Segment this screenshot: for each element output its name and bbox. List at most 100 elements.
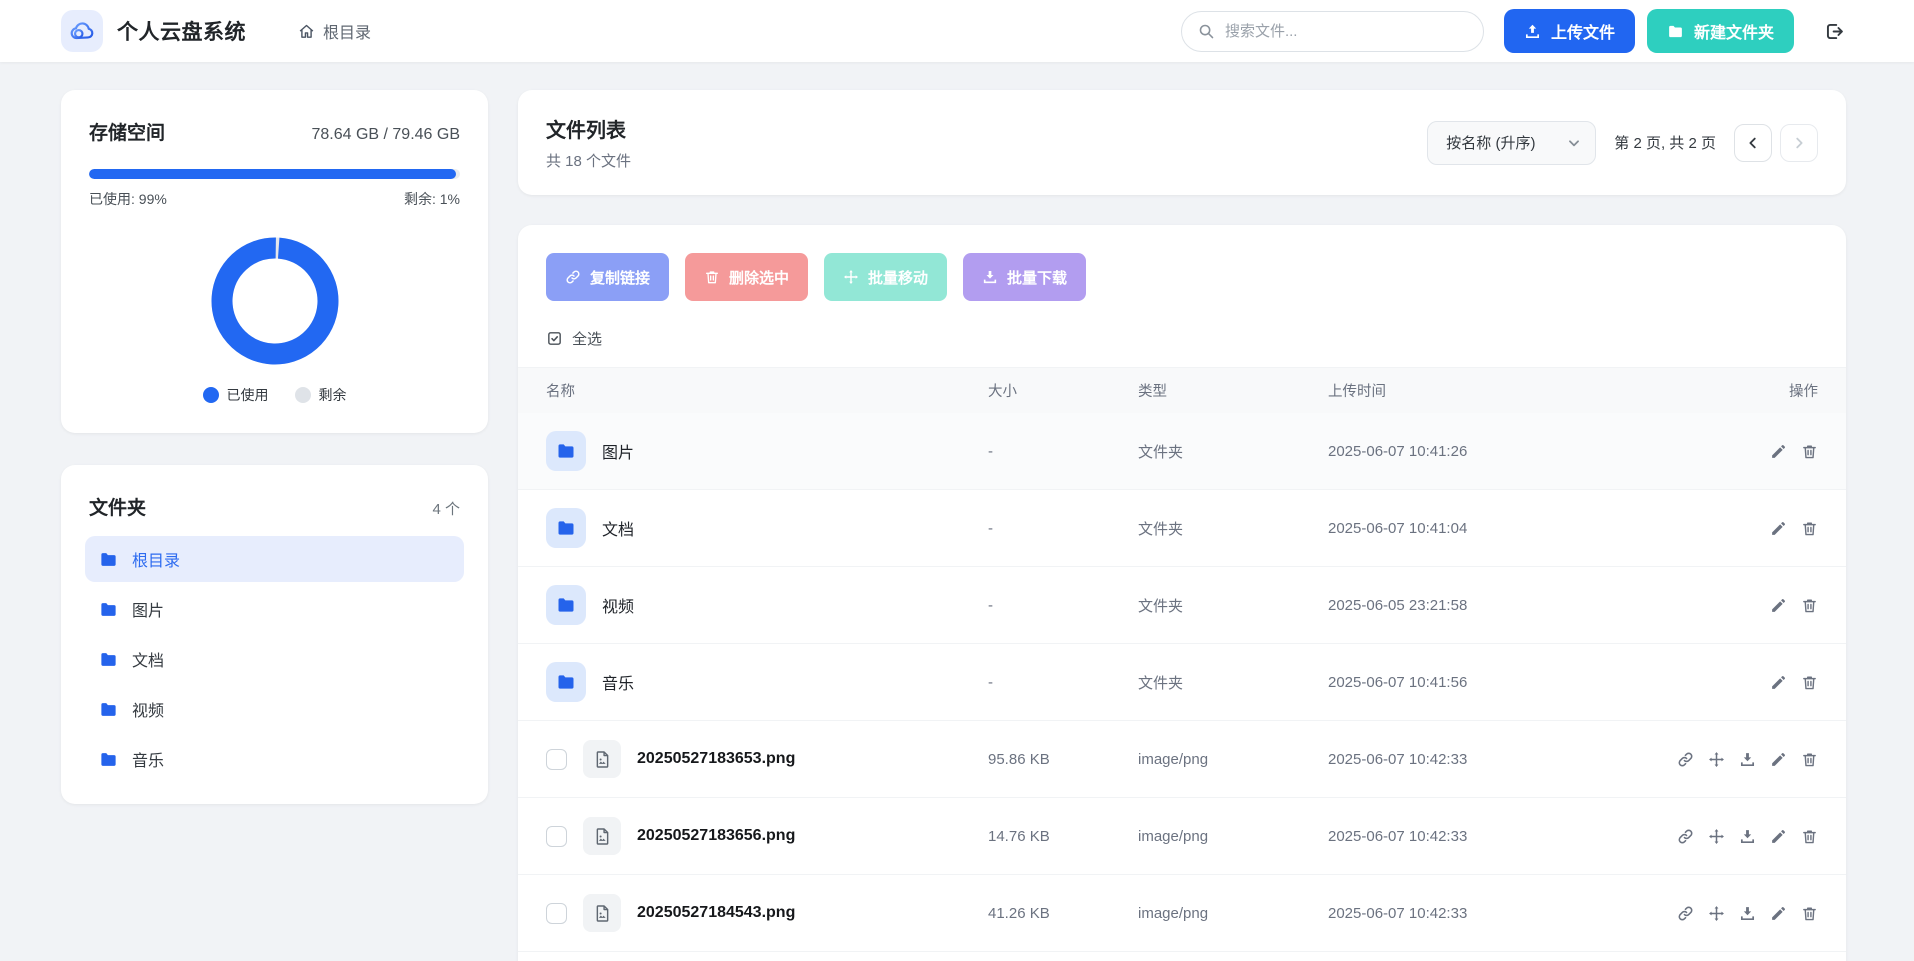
folder-icon (546, 508, 586, 548)
table-row-file-4[interactable]: 20250527183653.png95.86 KBimage/png2025-… (518, 721, 1846, 798)
column-name: 名称 (546, 380, 988, 401)
folders-title: 文件夹 (89, 493, 146, 520)
folder-icon (99, 700, 118, 719)
trash-action-button[interactable] (1801, 597, 1818, 614)
pencil-action-button[interactable] (1770, 443, 1787, 460)
link-icon (1677, 751, 1694, 768)
trash-icon (704, 269, 720, 285)
trash-action-button[interactable] (1801, 828, 1818, 845)
folder-icon (99, 550, 118, 569)
pencil-icon (1770, 905, 1787, 922)
image-file-icon (583, 740, 621, 778)
move-icon (1708, 905, 1725, 922)
sidebar-folder-item-4[interactable]: 音乐 (85, 736, 464, 782)
pencil-action-button[interactable] (1770, 751, 1787, 768)
batch-download-button[interactable]: 批量下载 (963, 253, 1086, 301)
next-page-button[interactable] (1780, 124, 1818, 162)
batch-button-label: 批量移动 (868, 267, 928, 288)
folder-name: 音乐 (602, 670, 634, 694)
row-type: image/png (1138, 828, 1328, 845)
row-time: 2025-06-07 10:41:04 (1328, 520, 1658, 537)
move-action-button[interactable] (1708, 828, 1725, 845)
sidebar-folder-item-2[interactable]: 文档 (85, 636, 464, 682)
table-row-folder-1[interactable]: 文档-文件夹2025-06-07 10:41:04 (518, 490, 1846, 567)
table-row-folder-0[interactable]: 图片-文件夹2025-06-07 10:41:26 (518, 413, 1846, 490)
sidebar-folder-item-1[interactable]: 图片 (85, 586, 464, 632)
storage-used-label: 已使用: 99% (89, 189, 167, 209)
pencil-action-button[interactable] (1770, 674, 1787, 691)
home-icon (298, 23, 315, 40)
sidebar-folder-item-3[interactable]: 视频 (85, 686, 464, 732)
trash-action-button[interactable] (1801, 520, 1818, 537)
storage-panel: 存储空间 78.64 GB / 79.46 GB 已使用: 99% 剩余: 1% (61, 90, 488, 433)
table-body: 图片-文件夹2025-06-07 10:41:26文档-文件夹2025-06-0… (518, 413, 1846, 952)
row-checkbox[interactable] (546, 749, 567, 770)
pencil-action-button[interactable] (1770, 597, 1787, 614)
legend-free-dot (295, 387, 311, 403)
batch-trash-button[interactable]: 删除选中 (685, 253, 808, 301)
pencil-icon (1770, 674, 1787, 691)
folders-panel: 文件夹 4 个 根目录图片文档视频音乐 (61, 465, 488, 804)
pencil-action-button[interactable] (1770, 520, 1787, 537)
pencil-action-button[interactable] (1770, 905, 1787, 922)
row-type: image/png (1138, 751, 1328, 768)
search-input[interactable] (1225, 23, 1467, 40)
move-action-button[interactable] (1708, 751, 1725, 768)
upload-file-button[interactable]: 上传文件 (1504, 9, 1635, 53)
pencil-icon (1770, 597, 1787, 614)
prev-page-button[interactable] (1734, 124, 1772, 162)
storage-progress-fill (89, 169, 456, 179)
table-row-folder-2[interactable]: 视频-文件夹2025-06-05 23:21:58 (518, 567, 1846, 644)
breadcrumb-label: 根目录 (323, 19, 371, 43)
table-row-file-5[interactable]: 20250527183656.png14.76 KBimage/png2025-… (518, 798, 1846, 875)
trash-icon (1801, 443, 1818, 460)
row-size: - (988, 520, 1138, 537)
link-action-button[interactable] (1677, 905, 1694, 922)
new-folder-button[interactable]: 新建文件夹 (1647, 9, 1794, 53)
trash-action-button[interactable] (1801, 751, 1818, 768)
batch-move-button[interactable]: 批量移动 (824, 253, 947, 301)
row-checkbox[interactable] (546, 826, 567, 847)
batch-button-label: 删除选中 (729, 267, 789, 288)
folder-item-label: 文档 (132, 647, 164, 671)
trash-action-button[interactable] (1801, 674, 1818, 691)
link-icon (565, 269, 581, 285)
trash-icon (1801, 597, 1818, 614)
row-time: 2025-06-07 10:41:56 (1328, 674, 1658, 691)
breadcrumb[interactable]: 根目录 (298, 19, 371, 43)
link-action-button[interactable] (1677, 751, 1694, 768)
sort-select[interactable]: 按名称 (升序) (1427, 121, 1596, 165)
trash-action-button[interactable] (1801, 905, 1818, 922)
row-type: image/png (1138, 905, 1328, 922)
batch-link-button[interactable]: 复制链接 (546, 253, 669, 301)
sidebar-folder-item-0[interactable]: 根目录 (85, 536, 464, 582)
download-action-button[interactable] (1739, 751, 1756, 768)
folder-icon (99, 650, 118, 669)
folder-item-label: 视频 (132, 697, 164, 721)
row-checkbox[interactable] (546, 903, 567, 924)
pencil-action-button[interactable] (1770, 828, 1787, 845)
folder-name: 文档 (602, 516, 634, 540)
storage-donut-chart (211, 237, 339, 365)
move-action-button[interactable] (1708, 905, 1725, 922)
storage-usage-text: 78.64 GB / 79.46 GB (311, 126, 460, 144)
logout-button[interactable] (1824, 21, 1845, 42)
download-icon (1739, 751, 1756, 768)
move-icon (1708, 751, 1725, 768)
trash-action-button[interactable] (1801, 443, 1818, 460)
file-list-title: 文件列表 (546, 114, 631, 143)
select-all[interactable]: 全选 (518, 328, 1846, 349)
table-row-file-6[interactable]: 20250527184543.png41.26 KBimage/png2025-… (518, 875, 1846, 952)
table-row-folder-3[interactable]: 音乐-文件夹2025-06-07 10:41:56 (518, 644, 1846, 721)
download-action-button[interactable] (1739, 828, 1756, 845)
select-all-label: 全选 (572, 328, 602, 349)
link-action-button[interactable] (1677, 828, 1694, 845)
folder-item-label: 图片 (132, 597, 164, 621)
cloud-icon (69, 18, 95, 44)
download-action-button[interactable] (1739, 905, 1756, 922)
check-square-icon (546, 330, 563, 347)
row-size: 95.86 KB (988, 751, 1138, 768)
pencil-icon (1770, 751, 1787, 768)
download-icon (982, 269, 998, 285)
folder-list: 根目录图片文档视频音乐 (85, 536, 464, 782)
